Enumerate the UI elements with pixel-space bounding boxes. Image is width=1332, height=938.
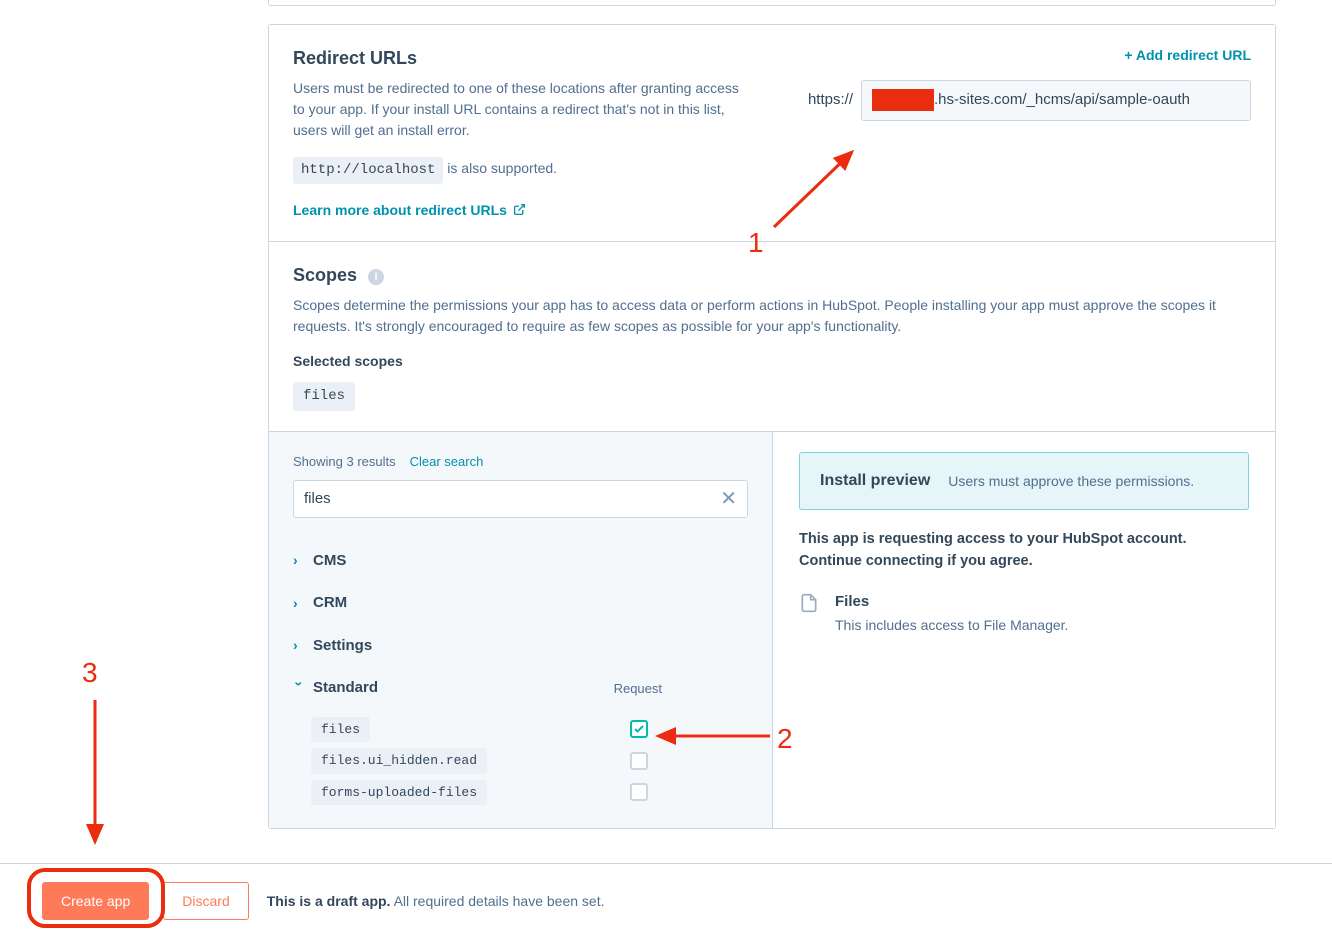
add-redirect-url-button[interactable]: + Add redirect URL (1124, 45, 1251, 66)
clear-search-link[interactable]: Clear search (410, 452, 484, 472)
clear-input-icon[interactable]: ✕ (720, 489, 737, 509)
discard-button[interactable]: Discard (163, 882, 248, 920)
request-column-header: Request (614, 679, 662, 699)
selected-scope-chip: files (293, 382, 355, 411)
checkbox-forms-uploaded-files[interactable] (630, 783, 648, 801)
chevron-right-icon: › (293, 593, 305, 614)
info-icon[interactable]: i (368, 269, 384, 285)
redacted-block (872, 89, 934, 111)
scopes-title: Scopes i (293, 262, 1251, 289)
scopes-section: Scopes i Scopes determine the permission… (269, 241, 1275, 431)
redirect-url-value: .hs-sites.com/_hcms/api/sample-oauth (934, 89, 1190, 112)
file-icon (799, 591, 819, 621)
checkbox-files-ui-hidden[interactable] (630, 752, 648, 770)
permission-files: Files This includes access to File Manag… (799, 591, 1249, 637)
learn-more-link[interactable]: Learn more about redirect URLs (293, 202, 526, 218)
category-settings[interactable]: › Settings (293, 625, 748, 668)
scopes-description: Scopes determine the permissions your ap… (293, 295, 1251, 337)
redirect-title: Redirect URLs (293, 45, 753, 72)
chevron-right-icon: › (293, 635, 305, 656)
localhost-suffix: is also supported. (443, 160, 557, 176)
annotation-arrow-3 (85, 692, 105, 852)
localhost-code: http://localhost (293, 157, 443, 184)
category-standard[interactable]: › Standard Request (293, 667, 748, 710)
chevron-down-icon: › (289, 681, 310, 693)
create-app-button[interactable]: Create app (42, 882, 149, 920)
install-preview-panel: Install preview Users must approve these… (773, 432, 1275, 828)
scope-row-files-ui-hidden-read: files.ui_hidden.read (293, 745, 748, 777)
checkbox-files[interactable] (630, 720, 648, 738)
chevron-right-icon: › (293, 550, 305, 571)
redirect-urls-section: Redirect URLs Users must be redirected t… (269, 25, 1275, 241)
category-crm[interactable]: › CRM (293, 582, 748, 625)
search-field[interactable] (304, 490, 720, 507)
draft-status-text: This is a draft app. All required detail… (267, 891, 605, 912)
scope-search-panel: Showing 3 results Clear search ✕ › CMS ›… (269, 432, 773, 828)
selected-scopes-label: Selected scopes (293, 351, 1251, 372)
scope-list: files files.ui_hidden.read forms-uploade… (293, 714, 748, 809)
annotation-label-3: 3 (82, 652, 98, 694)
scope-row-files: files (293, 714, 748, 746)
install-preview-banner: Install preview Users must approve these… (799, 452, 1249, 510)
scope-search-input[interactable]: ✕ (293, 480, 748, 518)
footer-bar: Create app Discard This is a draft app. … (0, 863, 1332, 938)
category-cms[interactable]: › CMS (293, 540, 748, 583)
url-protocol-prefix: https:// (808, 89, 853, 112)
external-link-icon (513, 201, 526, 222)
redirect-description: Users must be redirected to one of these… (293, 78, 753, 141)
results-count: Showing 3 results (293, 452, 396, 472)
access-request-text: This app is requesting access to your Hu… (799, 528, 1249, 573)
scope-row-forms-uploaded-files: forms-uploaded-files (293, 777, 748, 809)
redirect-url-input[interactable]: .hs-sites.com/_hcms/api/sample-oauth (861, 80, 1251, 121)
